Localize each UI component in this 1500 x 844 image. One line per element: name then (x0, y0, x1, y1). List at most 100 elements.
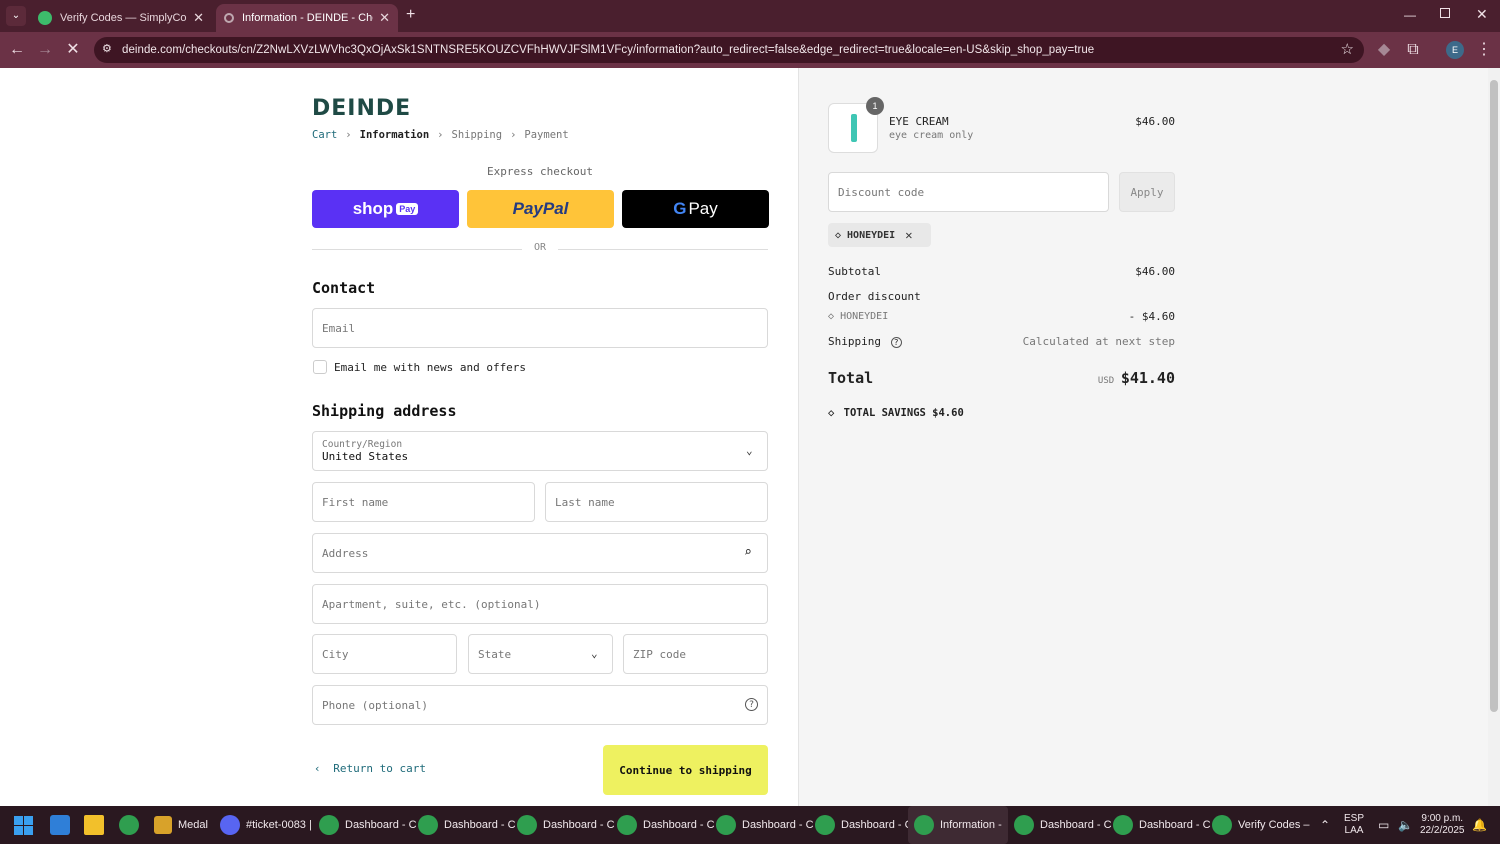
chevron-right-icon: › (510, 129, 517, 141)
chrome-icon (617, 815, 637, 835)
bookmark-star-icon[interactable]: ☆ (1341, 40, 1354, 58)
eye-cream-tube-icon (851, 114, 857, 142)
paypal-button[interactable]: PayPal (467, 190, 614, 228)
minimize-window-icon[interactable]: — (1404, 8, 1416, 22)
help-circle-icon[interactable]: ? (745, 698, 758, 711)
chevron-left-icon: ‹ (314, 762, 321, 775)
help-circle-icon[interactable]: ? (890, 337, 902, 348)
taskbar-item-chrome[interactable]: Dashboard - C (1014, 806, 1112, 844)
newsletter-label: Email me with news and offers (334, 361, 527, 374)
forward-arrow-icon[interactable]: → (35, 40, 55, 60)
discount-code-input[interactable]: Discount code (828, 172, 1109, 212)
chrome-icon (716, 815, 736, 835)
chrome-icon[interactable] (119, 806, 145, 844)
address-field[interactable]: Address (312, 533, 768, 573)
taskbar-item-chrome[interactable]: Dashboard - C (319, 806, 417, 844)
network-icon[interactable]: ▭ (1378, 806, 1389, 844)
profile-avatar[interactable]: E (1446, 41, 1464, 59)
more-menu-icon[interactable]: ⋮ (1474, 40, 1494, 60)
phone-field[interactable]: Phone (optional) (312, 685, 768, 725)
chevron-down-icon: ⌄ (746, 444, 753, 457)
subtotal-label: Subtotal (828, 265, 881, 278)
total-value: USD $41.40 (1097, 369, 1175, 387)
extensions-puzzle-icon[interactable]: ⧉ (1403, 40, 1423, 60)
discord-icon (220, 815, 240, 835)
last-name-field[interactable]: Last name (545, 482, 768, 522)
back-arrow-icon[interactable]: ← (7, 40, 27, 60)
breadcrumb-shipping: Shipping (451, 129, 503, 141)
tag-icon: ◇ (828, 311, 835, 322)
store-logo[interactable]: DEINDE (312, 96, 411, 121)
remove-discount-icon[interactable]: ✕ (905, 228, 912, 242)
medal-icon (154, 816, 172, 834)
taskbar-item-chrome[interactable]: Dashboard - C (815, 806, 913, 844)
chrome-icon (1212, 815, 1232, 835)
apartment-field[interactable]: Apartment, suite, etc. (optional) (312, 584, 768, 624)
extension-icon[interactable]: ◆ (1374, 40, 1394, 60)
chrome-icon (319, 815, 339, 835)
taskbar-item-chrome[interactable]: Dashboard - C (617, 806, 715, 844)
total-savings: ◇ TOTAL SAVINGS $4.60 (828, 407, 964, 419)
chrome-icon (517, 815, 537, 835)
country-select[interactable]: Country/Region United States (312, 431, 768, 471)
taskbar-item-chrome[interactable]: Dashboard - C (517, 806, 615, 844)
notifications-icon[interactable]: 🔔 (1472, 806, 1487, 844)
city-field[interactable]: City (312, 634, 457, 674)
windows-taskbar: Medal #ticket-0083 | Dashboard - C Dashb… (0, 806, 1500, 844)
chrome-icon (914, 815, 934, 835)
breadcrumb-cart[interactable]: Cart (312, 129, 337, 141)
site-info-icon[interactable]: ⚙ (102, 42, 112, 55)
apply-button[interactable]: Apply (1119, 172, 1175, 212)
subtotal-value: $46.00 (1135, 265, 1175, 278)
tab-verify-codes[interactable]: Verify Codes — SimplyCodes ✕ (30, 4, 212, 32)
product-name: EYE CREAM (889, 115, 949, 128)
product-price: $46.00 (1135, 115, 1175, 128)
tag-icon: ◇ (828, 407, 835, 419)
contact-heading: Contact (312, 279, 376, 297)
store-app-icon[interactable] (50, 806, 76, 844)
return-to-cart-link[interactable]: ‹ Return to cart (314, 762, 426, 775)
start-button[interactable] (14, 806, 33, 844)
first-name-field[interactable]: First name (312, 482, 535, 522)
newsletter-checkbox[interactable] (313, 360, 327, 374)
email-field[interactable]: Email (312, 308, 768, 348)
close-window-icon[interactable]: ✕ (1476, 6, 1488, 23)
input-language[interactable]: ESP LAA (1344, 806, 1364, 844)
browser-nav-bar: ← → ✕ ⚙ deinde.com/checkouts/cn/Z2NwLXVz… (0, 32, 1500, 68)
new-tab-button[interactable]: + (406, 6, 415, 24)
breadcrumb: Cart › Information › Shipping › Payment (312, 129, 569, 141)
restore-window-icon[interactable] (1440, 8, 1450, 18)
taskbar-item-chrome[interactable]: Verify Codes – (1212, 806, 1310, 844)
volume-icon[interactable]: 🔈 (1398, 806, 1413, 844)
shipping-value: Calculated at next step (1022, 335, 1175, 348)
continue-to-shipping-button[interactable]: Continue to shipping (603, 745, 768, 795)
address-bar[interactable]: ⚙ deinde.com/checkouts/cn/Z2NwLXVzLWVhc3… (94, 37, 1364, 63)
taskbar-item-chrome[interactable]: Dashboard - C (1113, 806, 1211, 844)
scrollbar-thumb[interactable] (1490, 80, 1498, 712)
tab-information-deinde[interactable]: Information - DEINDE - Checkout ✕ (216, 4, 398, 32)
taskbar-item-chrome[interactable]: Dashboard - C (716, 806, 814, 844)
taskbar-item-chrome[interactable]: Dashboard - C (418, 806, 516, 844)
stop-loading-icon[interactable]: ✕ (63, 40, 83, 60)
browser-tab-bar: ⌄ Verify Codes — SimplyCodes ✕ Informati… (0, 0, 1500, 32)
show-hidden-icons-icon[interactable]: ⌃ (1320, 806, 1330, 844)
google-pay-button[interactable]: G Pay (622, 190, 769, 228)
close-tab-icon[interactable]: ✕ (193, 10, 204, 26)
breadcrumb-information: Information (359, 129, 430, 141)
shop-pay-button[interactable]: shop Pay (312, 190, 459, 228)
close-tab-icon[interactable]: ✕ (379, 10, 390, 26)
taskbar-item-chrome-active[interactable]: Information - (908, 806, 1008, 844)
windows-logo-icon (14, 815, 33, 835)
zip-field[interactable]: ZIP code (623, 634, 768, 674)
taskbar-item-medal[interactable]: Medal (154, 806, 208, 844)
total-label: Total (828, 369, 874, 387)
discount-code-line: ◇ HONEYDEI (828, 311, 889, 322)
taskbar-item-discord[interactable]: #ticket-0083 | (220, 806, 312, 844)
chrome-icon (1014, 815, 1034, 835)
chrome-icon (815, 815, 835, 835)
google-g-icon: G (673, 199, 687, 218)
tab-search-icon[interactable]: ⌄ (6, 6, 26, 26)
clock[interactable]: 9:00 p.m. 22/2/2025 (1420, 806, 1465, 844)
file-explorer-icon[interactable] (84, 806, 110, 844)
chevron-right-icon: › (345, 129, 352, 141)
